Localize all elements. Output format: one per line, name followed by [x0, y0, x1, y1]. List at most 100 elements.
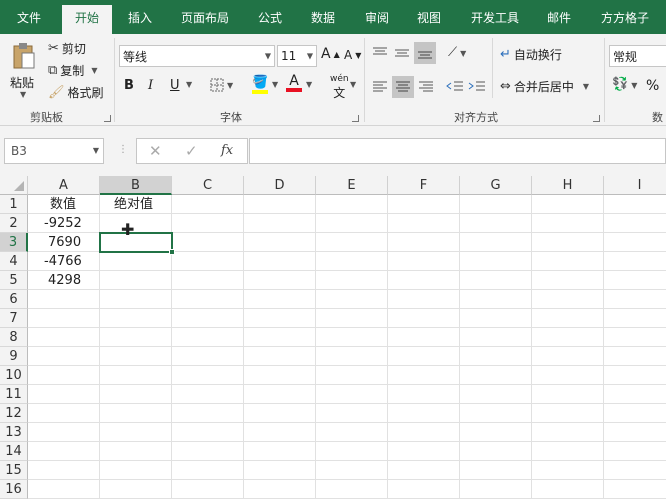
cell-C6[interactable] — [172, 290, 244, 309]
row-header-7[interactable]: 7 — [0, 309, 28, 328]
orientation-button[interactable]: ⟋ ▼ — [448, 46, 466, 60]
tab-formulas[interactable]: 公式 — [250, 0, 290, 34]
cell-D10[interactable] — [244, 366, 316, 385]
align-right-icon[interactable] — [418, 80, 434, 94]
cell-H11[interactable] — [532, 385, 604, 404]
name-box[interactable]: B3 ▼ — [4, 138, 104, 164]
cell-F12[interactable] — [388, 404, 460, 423]
cell-H12[interactable] — [532, 404, 604, 423]
row-header-1[interactable]: 1 — [0, 195, 28, 214]
tab-page-layout[interactable]: 页面布局 — [172, 0, 238, 34]
column-header-B[interactable]: B — [100, 176, 172, 195]
cell-G10[interactable] — [460, 366, 532, 385]
row-header-8[interactable]: 8 — [0, 328, 28, 347]
percent-button[interactable]: % — [646, 78, 659, 94]
cell-A5[interactable]: 4298 — [28, 271, 100, 290]
cell-G14[interactable] — [460, 442, 532, 461]
cell-G3[interactable] — [460, 233, 532, 252]
cell-A9[interactable] — [28, 347, 100, 366]
cell-F6[interactable] — [388, 290, 460, 309]
cell-D7[interactable] — [244, 309, 316, 328]
cell-F9[interactable] — [388, 347, 460, 366]
column-header-H[interactable]: H — [532, 176, 604, 195]
cell-H14[interactable] — [532, 442, 604, 461]
font-color-dropdown[interactable]: ▼ — [306, 80, 312, 89]
cell-E16[interactable] — [316, 480, 388, 499]
cell-B15[interactable] — [100, 461, 172, 480]
clipboard-launcher[interactable] — [104, 115, 111, 122]
tab-file[interactable]: 文件 — [8, 0, 50, 34]
tab-mailings[interactable]: 邮件 — [538, 0, 580, 34]
tab-insert[interactable]: 插入 — [118, 0, 162, 34]
cell-F8[interactable] — [388, 328, 460, 347]
column-header-D[interactable]: D — [244, 176, 316, 195]
cell-I8[interactable] — [604, 328, 666, 347]
cell-I1[interactable] — [604, 195, 666, 214]
cell-I16[interactable] — [604, 480, 666, 499]
cell-G6[interactable] — [460, 290, 532, 309]
cell-H15[interactable] — [532, 461, 604, 480]
row-header-16[interactable]: 16 — [0, 480, 28, 499]
row-header-4[interactable]: 4 — [0, 252, 28, 271]
cell-A15[interactable] — [28, 461, 100, 480]
cancel-icon[interactable]: ✕ — [149, 142, 162, 160]
cell-A14[interactable] — [28, 442, 100, 461]
fill-color-dropdown[interactable]: ▼ — [272, 80, 278, 89]
cell-A4[interactable]: -4766 — [28, 252, 100, 271]
cell-I5[interactable] — [604, 271, 666, 290]
selected-cell-B3[interactable] — [99, 232, 175, 255]
cell-E1[interactable] — [316, 195, 388, 214]
cell-D2[interactable] — [244, 214, 316, 233]
border-button[interactable]: ▼ — [210, 78, 233, 92]
column-header-A[interactable]: A — [28, 176, 100, 195]
cell-I14[interactable] — [604, 442, 666, 461]
cut-button[interactable]: ✂ 剪切 — [48, 40, 86, 57]
cell-D15[interactable] — [244, 461, 316, 480]
formula-input[interactable] — [249, 138, 666, 164]
currency-button[interactable]: 💱 ▼ — [612, 78, 637, 92]
cell-I11[interactable] — [604, 385, 666, 404]
font-color-button[interactable]: A — [286, 74, 302, 92]
cell-C3[interactable] — [172, 233, 244, 252]
cell-E13[interactable] — [316, 423, 388, 442]
cell-G5[interactable] — [460, 271, 532, 290]
cell-F13[interactable] — [388, 423, 460, 442]
cell-B6[interactable] — [100, 290, 172, 309]
cell-B4[interactable] — [100, 252, 172, 271]
cell-A8[interactable] — [28, 328, 100, 347]
cell-B1[interactable]: 绝对值 — [100, 195, 172, 214]
cell-D14[interactable] — [244, 442, 316, 461]
cell-I7[interactable] — [604, 309, 666, 328]
format-painter-button[interactable]: 🖌 格式刷 — [48, 84, 104, 101]
cell-G1[interactable] — [460, 195, 532, 214]
cell-G16[interactable] — [460, 480, 532, 499]
cell-D16[interactable] — [244, 480, 316, 499]
cell-H9[interactable] — [532, 347, 604, 366]
cell-A11[interactable] — [28, 385, 100, 404]
cell-B13[interactable] — [100, 423, 172, 442]
tab-view[interactable]: 视图 — [408, 0, 450, 34]
cell-G2[interactable] — [460, 214, 532, 233]
alignment-launcher[interactable] — [593, 115, 600, 122]
row-header-2[interactable]: 2 — [0, 214, 28, 233]
cell-C12[interactable] — [172, 404, 244, 423]
cell-F3[interactable] — [388, 233, 460, 252]
wrap-text-button[interactable]: ↵ 自动换行 — [500, 46, 562, 63]
row-header-13[interactable]: 13 — [0, 423, 28, 442]
cell-E8[interactable] — [316, 328, 388, 347]
cell-A12[interactable] — [28, 404, 100, 423]
row-header-12[interactable]: 12 — [0, 404, 28, 423]
italic-button[interactable]: I — [148, 78, 153, 93]
enter-icon[interactable]: ✓ — [185, 142, 198, 160]
fill-handle[interactable] — [169, 249, 175, 255]
font-name-select[interactable]: 等线 ▼ — [119, 45, 275, 67]
cell-F7[interactable] — [388, 309, 460, 328]
resize-dots-icon[interactable]: ⋮ — [118, 144, 128, 155]
cell-A10[interactable] — [28, 366, 100, 385]
cell-D5[interactable] — [244, 271, 316, 290]
paste-button[interactable]: 粘贴 ▼ — [8, 40, 40, 100]
underline-dropdown[interactable]: ▼ — [186, 80, 192, 89]
font-size-select[interactable]: 11 ▼ — [277, 45, 317, 67]
cell-G8[interactable] — [460, 328, 532, 347]
row-header-9[interactable]: 9 — [0, 347, 28, 366]
